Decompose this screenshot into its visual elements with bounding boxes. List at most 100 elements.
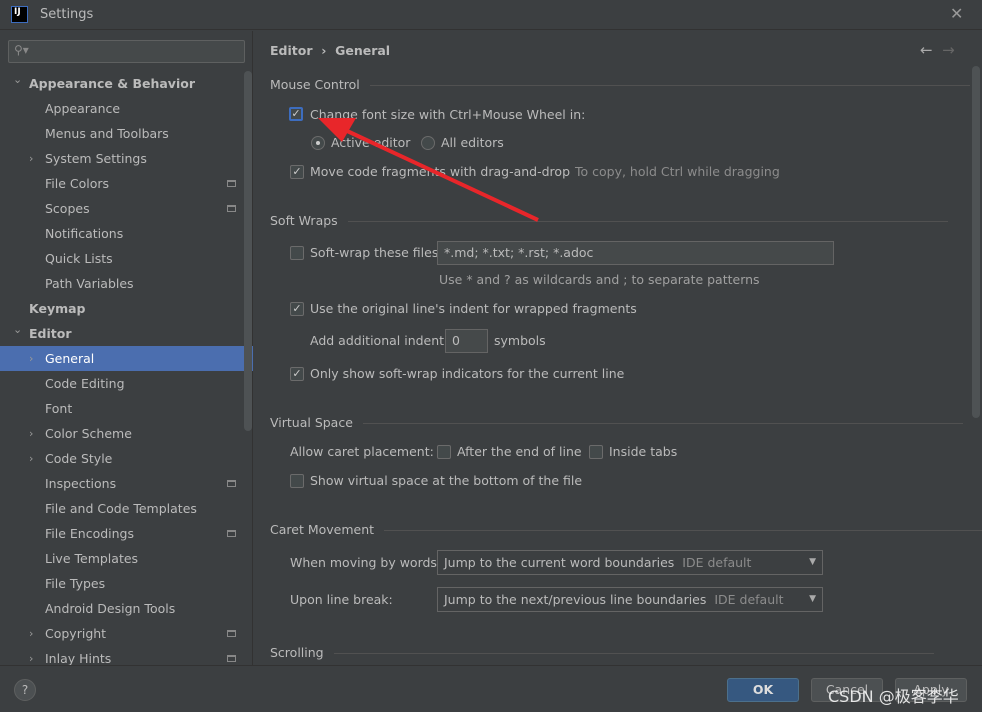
soft-wrap-patterns-input[interactable]: *.md; *.txt; *.rst; *.adoc: [437, 241, 834, 265]
original-indent-checkbox[interactable]: ✓: [290, 302, 304, 316]
sidebar-item-label: Font: [45, 401, 73, 416]
sidebar-item-label: Code Style: [45, 451, 113, 466]
chevron-down-icon[interactable]: ⌄: [13, 317, 22, 342]
after-end-checkbox[interactable]: [437, 445, 451, 459]
section-caret-movement: Caret Movement: [270, 522, 982, 537]
soft-wrap-label: Soft-wrap these files:: [310, 245, 443, 260]
sidebar-item-label: Scopes: [45, 201, 90, 216]
breadcrumb: Editor › General: [270, 43, 390, 58]
sidebar-item-label: Keymap: [29, 301, 86, 316]
title-bar: IJ Settings ✕: [0, 0, 982, 30]
sidebar-item-keymap[interactable]: Keymap: [0, 296, 244, 321]
sidebar-item-quick-lists[interactable]: Quick Lists: [0, 246, 244, 271]
sidebar-item-live-templates[interactable]: Live Templates: [0, 546, 244, 571]
sidebar-item-editor[interactable]: ⌄ Editor: [0, 321, 244, 346]
sidebar-item-copyright[interactable]: › Copyright: [0, 621, 244, 646]
sidebar-item-label: Live Templates: [45, 551, 139, 566]
dropdown-hint: IDE default: [714, 592, 784, 607]
sidebar-item-inspections[interactable]: Inspections: [0, 471, 244, 496]
breadcrumb-parent[interactable]: Editor: [270, 43, 313, 58]
sidebar-item-label: Menus and Toolbars: [45, 126, 169, 141]
sidebar-item-label: Editor: [29, 326, 72, 341]
sidebar-item-appearance[interactable]: Appearance: [0, 96, 244, 121]
sidebar-item-label: Quick Lists: [45, 251, 113, 266]
sidebar-item-notifications[interactable]: Notifications: [0, 221, 244, 246]
project-settings-icon: [227, 655, 236, 662]
original-indent-label: Use the original line's indent for wrapp…: [310, 301, 637, 316]
settings-sidebar: ⚲▾ ⌄ Appearance & Behavior Appearance Menus…: [0, 31, 253, 666]
show-virtual-space-checkbox[interactable]: [290, 474, 304, 488]
dropdown-value: Jump to the next/previous line boundarie…: [444, 592, 707, 607]
sidebar-item-path-variables[interactable]: Path Variables: [0, 271, 244, 296]
all-editors-radio[interactable]: [421, 136, 435, 150]
sidebar-item-system-settings[interactable]: › System Settings: [0, 146, 244, 171]
show-virtual-space-label: Show virtual space at the bottom of the …: [310, 473, 583, 488]
wrap-indicators-checkbox[interactable]: ✓: [290, 367, 304, 381]
project-settings-icon: [227, 480, 236, 487]
sidebar-item-file-and-code-templates[interactable]: File and Code Templates: [0, 496, 244, 521]
sidebar-item-appearance-behavior[interactable]: ⌄ Appearance & Behavior: [0, 71, 244, 96]
sidebar-item-scopes[interactable]: Scopes: [0, 196, 244, 221]
sidebar-item-label: File Encodings: [45, 526, 135, 541]
chevron-right-icon[interactable]: ›: [29, 621, 33, 646]
chevron-right-icon[interactable]: ›: [29, 346, 33, 371]
forward-arrow-icon[interactable]: →: [942, 41, 955, 59]
watermark: CSDN @极客李华: [828, 687, 959, 706]
sidebar-item-font[interactable]: Font: [0, 396, 244, 421]
sidebar-item-android-design-tools[interactable]: Android Design Tools: [0, 596, 244, 621]
settings-panel: Editor › General ← → Mouse Control ✓ Cha…: [254, 31, 982, 665]
dropdown-hint: IDE default: [682, 555, 752, 570]
close-icon[interactable]: ✕: [950, 4, 963, 23]
inside-tabs-label: Inside tabs: [609, 444, 678, 459]
ctrl-wheel-label: Change font size with Ctrl+Mouse Wheel i…: [310, 107, 586, 122]
sidebar-item-code-style[interactable]: › Code Style: [0, 446, 244, 471]
wrap-indicators-label: Only show soft-wrap indicators for the c…: [310, 366, 625, 381]
breadcrumb-current: General: [335, 43, 391, 58]
breadcrumb-separator: ›: [321, 43, 327, 58]
chevron-down-icon[interactable]: ⌄: [13, 67, 22, 92]
soft-wrap-checkbox[interactable]: [290, 246, 304, 260]
caret-placement-label: Allow caret placement:: [290, 444, 434, 459]
sidebar-item-label: File Types: [45, 576, 106, 591]
sidebar-item-file-types[interactable]: File Types: [0, 571, 244, 596]
patterns-hint: Use * and ? as wildcards and ; to separa…: [439, 272, 760, 287]
sidebar-item-file-encodings[interactable]: File Encodings: [0, 521, 244, 546]
sidebar-item-label: Appearance & Behavior: [29, 76, 195, 91]
add-indent-label: Add additional indent:: [310, 333, 449, 348]
add-indent-input[interactable]: 0: [445, 329, 488, 353]
sidebar-item-menus-and-toolbars[interactable]: Menus and Toolbars: [0, 121, 244, 146]
search-input[interactable]: ⚲▾: [8, 40, 245, 63]
history-nav: ← →: [920, 41, 955, 59]
sidebar-item-label: Appearance: [45, 101, 121, 116]
section-mouse-control: Mouse Control: [270, 77, 968, 92]
all-editors-label: All editors: [441, 135, 504, 150]
project-settings-icon: [227, 630, 236, 637]
chevron-right-icon[interactable]: ›: [29, 421, 33, 446]
chevron-down-icon: ▼: [809, 557, 816, 567]
sidebar-item-label: Copyright: [45, 626, 107, 641]
ok-button[interactable]: OK: [727, 678, 799, 702]
sidebar-item-label: File and Code Templates: [45, 501, 197, 516]
ctrl-wheel-checkbox[interactable]: ✓: [289, 107, 303, 121]
app-logo: IJ: [11, 6, 28, 23]
panel-scrollbar[interactable]: [972, 66, 980, 418]
sidebar-scrollbar[interactable]: [244, 71, 252, 431]
project-settings-icon: [227, 180, 236, 187]
sidebar-item-color-scheme[interactable]: › Color Scheme: [0, 421, 244, 446]
drag-drop-checkbox[interactable]: ✓: [290, 165, 304, 179]
sidebar-item-general[interactable]: › General: [0, 346, 253, 371]
inside-tabs-checkbox[interactable]: [589, 445, 603, 459]
sidebar-item-code-editing[interactable]: Code Editing: [0, 371, 244, 396]
sidebar-item-label: File Colors: [45, 176, 110, 191]
back-arrow-icon[interactable]: ←: [920, 41, 933, 59]
moving-by-words-dropdown[interactable]: Jump to the current word boundaries IDE …: [437, 550, 823, 575]
active-editor-label: Active editor: [331, 135, 411, 150]
line-break-dropdown[interactable]: Jump to the next/previous line boundarie…: [437, 587, 823, 612]
active-editor-radio[interactable]: [311, 136, 325, 150]
sidebar-item-label: Path Variables: [45, 276, 134, 291]
sidebar-item-file-colors[interactable]: File Colors: [0, 171, 244, 196]
chevron-right-icon[interactable]: ›: [29, 146, 33, 171]
chevron-right-icon[interactable]: ›: [29, 446, 33, 471]
project-settings-icon: [227, 530, 236, 537]
help-button[interactable]: ?: [14, 679, 36, 701]
